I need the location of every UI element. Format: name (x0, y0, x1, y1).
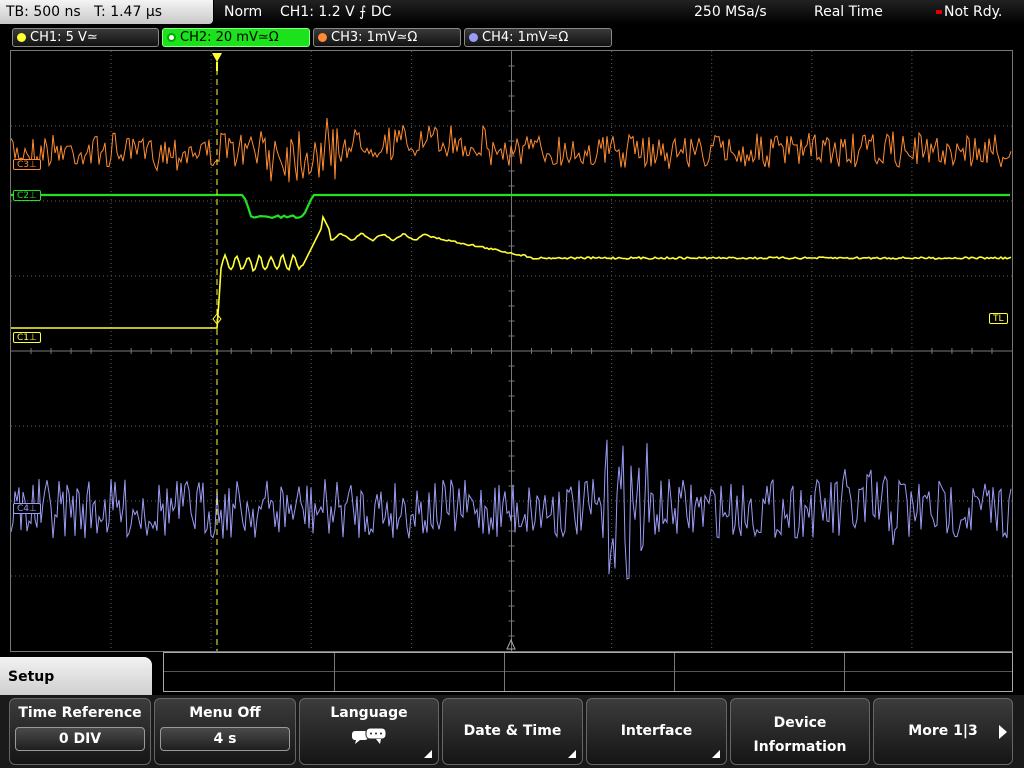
zoom-overview-strip (163, 652, 1013, 692)
softkey-label: Language (330, 705, 408, 721)
next-page-arrow-icon[interactable] (1013, 698, 1024, 765)
channel-label: CH2: 20 mV≃Ω (180, 30, 279, 45)
ch2-color-icon (167, 33, 176, 42)
more-softkey[interactable]: More 1|3 (873, 698, 1013, 765)
ch1-color-icon (17, 33, 26, 42)
language-softkey[interactable]: Language (299, 698, 439, 765)
ch3-color-icon (318, 33, 327, 42)
speech-bubble-icon (350, 727, 388, 745)
menu-off-softkey[interactable]: Menu Off 4 s (154, 698, 296, 765)
channel-label: CH4: 1mV≃Ω (482, 30, 569, 45)
interface-softkey[interactable]: Interface (586, 698, 727, 765)
time-reference-value[interactable]: 0 DIV (15, 727, 145, 751)
next-page-arrow-icon[interactable] (996, 722, 1010, 742)
channel-tab-ch4[interactable]: CH4: 1mV≃Ω (464, 28, 612, 47)
waveform-display[interactable]: C3⊥ C2⊥ C1⊥ C4⊥ TL (10, 50, 1013, 652)
ch1-ground-marker[interactable]: C1⊥ (13, 332, 41, 343)
acquisition-mode[interactable]: Real Time (814, 0, 883, 24)
channel-tab-ch3[interactable]: CH3: 1mV≃Ω (313, 28, 461, 47)
softkey-label-line2: Information (753, 739, 847, 755)
softkey-label: Menu Off (189, 705, 261, 721)
trigger-source[interactable]: CH1: 1.2 V ⨍ DC (280, 0, 391, 24)
channel-tab-ch1[interactable]: CH1: 5 V≃ (12, 28, 159, 47)
time-reference-softkey[interactable]: Time Reference 0 DIV (9, 698, 151, 765)
trigger-level-marker[interactable]: TL (989, 313, 1008, 324)
ch4-color-icon (469, 33, 478, 42)
waveform-canvas (11, 51, 1012, 651)
softkey-label: Interface (620, 723, 693, 739)
softkey-label: Time Reference (18, 705, 142, 721)
softkey-label: Device Information (731, 711, 869, 759)
timebase-readout[interactable]: TB: 500 ns T: 1.47 µs (0, 0, 213, 24)
trigger-position-icon[interactable] (212, 53, 222, 62)
softkey-label: More 1|3 (908, 723, 978, 739)
acquisition-state: Not Rdy. (936, 0, 1002, 24)
ch2-waveform (11, 193, 1010, 220)
ch2-ground-marker[interactable]: C2⊥ (13, 190, 41, 201)
channel-tab-ch2[interactable]: CH2: 20 mV≃Ω (162, 28, 310, 47)
channel-label: CH3: 1mV≃Ω (331, 30, 418, 45)
softkey-label-line1: Device (773, 715, 827, 731)
sample-rate: 250 MSa/s (694, 4, 767, 20)
status-bar: Norm CH1: 1.2 V ⨍ DC 250 MSa/s Real Time… (214, 0, 1024, 24)
softkey-label: Date & Time (463, 723, 562, 739)
trigger-mode[interactable]: Norm (224, 0, 262, 24)
date-time-softkey[interactable]: Date & Time (442, 698, 583, 765)
menu-title: Setup (0, 657, 152, 695)
device-information-softkey[interactable]: Device Information (730, 698, 870, 765)
ch4-ground-marker[interactable]: C4⊥ (13, 503, 41, 514)
ch3-ground-marker[interactable]: C3⊥ (13, 159, 41, 170)
menu-off-value[interactable]: 4 s (160, 727, 290, 751)
channel-label: CH1: 5 V≃ (30, 30, 98, 45)
